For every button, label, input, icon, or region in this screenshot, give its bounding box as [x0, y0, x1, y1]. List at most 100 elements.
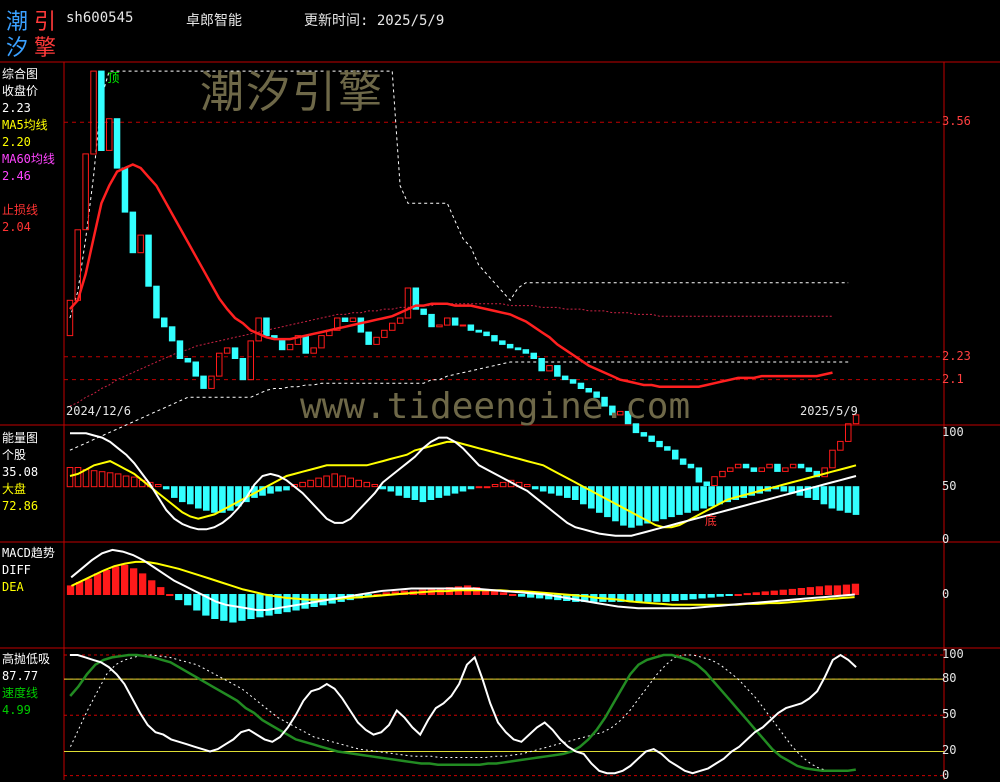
price-tick-1: 2.23 [942, 348, 971, 363]
macd-bar [130, 568, 138, 596]
price-tick-0: 3.56 [942, 114, 971, 129]
candle [789, 463, 797, 469]
energy-tick-1: 50 [942, 478, 957, 493]
macd-bar [725, 594, 733, 596]
osc-tick-0: 100 [942, 647, 964, 662]
energy-bar [844, 486, 852, 513]
macd-bar [770, 590, 778, 595]
panel1-label-2: 2.23 [2, 101, 31, 115]
candle [436, 324, 443, 328]
panel1-label-1: 收盘价 [2, 84, 39, 98]
energy-bar [828, 486, 836, 509]
macd-bar [66, 585, 75, 596]
macd-bar [157, 587, 165, 595]
panel4-label-0: 高抛低吸 [2, 652, 51, 666]
macd-bar [527, 594, 535, 598]
energy-bar [572, 486, 579, 501]
macd-bar [797, 588, 806, 595]
candle [491, 335, 498, 342]
macd-bar [671, 594, 679, 601]
energy-bar [539, 486, 547, 492]
candle [176, 340, 184, 359]
candle [766, 463, 773, 469]
candle [357, 317, 365, 333]
energy-bar [555, 486, 563, 496]
panel4-label-3: 4.99 [2, 703, 31, 717]
macd-bar [166, 594, 174, 596]
macd-bar [93, 573, 102, 596]
energy-tick-0: 100 [942, 425, 964, 440]
x-end-label: 2025/5/9 [800, 404, 858, 418]
candle [168, 326, 176, 342]
annotation-1: 底 [704, 513, 717, 528]
candle [223, 347, 231, 354]
energy-bar [347, 477, 354, 488]
candle [113, 118, 121, 169]
osc-tick-3: 20 [942, 743, 957, 758]
panel1-label-6: 2.46 [2, 169, 31, 183]
energy-bar [106, 472, 114, 488]
energy-bar [299, 481, 306, 488]
energy-bar [411, 486, 419, 501]
macd-bar [851, 583, 860, 596]
energy-bar [652, 486, 659, 522]
energy-bar [435, 486, 443, 498]
candle [774, 463, 781, 472]
candle [153, 285, 160, 319]
candle [200, 375, 207, 389]
energy-bar [82, 469, 90, 488]
energy-bar [780, 486, 788, 492]
candle [451, 317, 459, 326]
macd-bar [75, 582, 84, 595]
macd-bar [734, 594, 742, 596]
energy-bar [852, 486, 860, 515]
panel4-label-2: 速度线 [2, 686, 39, 700]
candle [734, 463, 742, 469]
macd-bar [833, 585, 842, 596]
panel1-label-5: MA60均线 [2, 152, 55, 166]
macd-bar [707, 594, 715, 598]
candle [82, 153, 89, 231]
energy-bar [692, 486, 699, 511]
energy-bar [267, 486, 274, 494]
energy-bar [836, 486, 844, 511]
candle [373, 336, 380, 345]
panel1-label-0: 综合图 [2, 67, 39, 81]
macd-bar [247, 594, 255, 619]
macd-bar [499, 592, 508, 595]
macd-bar [788, 588, 797, 596]
candle [467, 324, 475, 331]
macd-tick-0: 0 [942, 586, 950, 601]
macd-bar [256, 594, 264, 618]
energy-bar [114, 473, 122, 488]
energy-bar [596, 486, 603, 513]
panel3-label-0: MACD趋势 [2, 546, 55, 560]
energy-bar [130, 476, 138, 488]
macd-bar [824, 585, 833, 596]
macd-bar [779, 589, 787, 596]
energy-bar [355, 479, 362, 488]
energy-bar [475, 486, 483, 489]
energy-bar [564, 486, 571, 498]
candle [845, 423, 852, 442]
macd-bar [148, 580, 156, 595]
watermark-url: www.tideengine.com [300, 386, 691, 427]
energy-bar [684, 486, 691, 513]
candle [546, 365, 553, 372]
candle [530, 352, 537, 360]
macd-bar [806, 587, 815, 595]
energy-bar [275, 486, 282, 492]
energy-stock-line [70, 432, 857, 537]
candle [341, 317, 349, 322]
watermark-brand: 潮汐引擎 [200, 67, 384, 118]
macd-bar [698, 594, 706, 599]
energy-bar [668, 486, 675, 518]
macd-bar [175, 594, 183, 601]
energy-bar [628, 486, 635, 528]
candle [648, 435, 655, 442]
candle [444, 317, 451, 326]
candle [121, 167, 129, 213]
candle [569, 379, 577, 384]
candle [475, 329, 482, 333]
candle [687, 463, 695, 469]
